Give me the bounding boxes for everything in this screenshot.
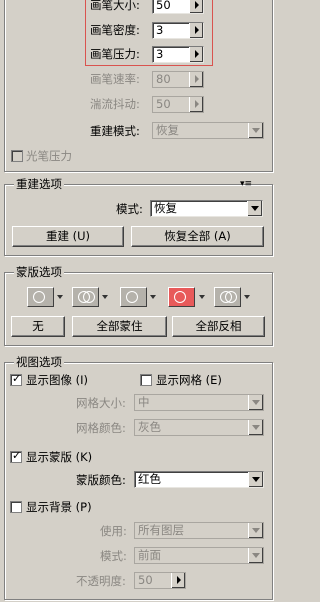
- reconstruct-mode-select[interactable]: 恢复: [152, 122, 264, 139]
- chevron-down-icon[interactable]: [248, 548, 263, 563]
- subtract-from-selection-mask-icon[interactable]: [120, 287, 147, 307]
- mesh-color-label: 网格颜色:: [76, 421, 126, 435]
- show-mesh-label: 显示网格 (E): [156, 373, 222, 387]
- mask-all-button[interactable]: 全部蒙住: [72, 316, 167, 337]
- brush-density-arrow[interactable]: [189, 23, 203, 38]
- use-select[interactable]: 所有图层: [134, 522, 264, 539]
- brush-size-arrow[interactable]: [189, 0, 203, 13]
- mask-options-title: 蒙版选项: [14, 265, 64, 279]
- intersect-selection-mask-icon[interactable]: [168, 287, 195, 307]
- panel-menu-icon[interactable]: ▾≡: [240, 178, 252, 190]
- show-image-checkbox[interactable]: ✓: [10, 372, 22, 386]
- replace-selection-mask-icon[interactable]: [27, 287, 54, 307]
- brush-density-field[interactable]: 3: [152, 22, 204, 39]
- show-mesh-checkbox[interactable]: [140, 374, 152, 386]
- turbulent-jitter-label: 湍流抖动:: [90, 97, 140, 111]
- chevron-down-icon[interactable]: [248, 123, 263, 138]
- chevron-down-icon[interactable]: [199, 295, 205, 299]
- mask-color-select[interactable]: 红色: [134, 471, 264, 488]
- show-mask-checkbox[interactable]: ✓: [10, 449, 22, 463]
- view-options-title: 视图选项: [14, 355, 64, 369]
- show-mask-label: 显示蒙版 (K): [26, 450, 93, 464]
- backdrop-mode-select[interactable]: 前面: [134, 547, 264, 564]
- turbulent-jitter-arrow[interactable]: [189, 97, 203, 112]
- invert-selection-mask-icon[interactable]: [214, 287, 241, 307]
- chevron-down-icon[interactable]: [248, 395, 263, 410]
- invert-all-button[interactable]: 全部反相: [172, 316, 265, 337]
- add-to-selection-mask-icon[interactable]: [72, 287, 99, 307]
- brush-rate-field[interactable]: 80: [152, 71, 204, 88]
- mesh-size-select[interactable]: 中: [134, 394, 264, 411]
- reconstruct-mode-label: 重建模式:: [90, 124, 140, 138]
- chevron-down-icon[interactable]: [247, 201, 262, 216]
- brush-size-label: 画笔大小:: [90, 0, 140, 12]
- brush-density-label: 画笔密度:: [90, 23, 140, 37]
- stylus-pressure-label: 光笔压力: [26, 149, 72, 163]
- chevron-down-icon[interactable]: [57, 295, 63, 299]
- opacity-field[interactable]: 50: [134, 572, 186, 589]
- brush-rate-label: 画笔速率:: [90, 72, 140, 86]
- backdrop-mode-label: 模式:: [100, 549, 127, 563]
- show-backdrop-label: 显示背景 (P): [26, 500, 92, 514]
- brush-size-field[interactable]: 50: [152, 0, 204, 14]
- opacity-arrow[interactable]: [171, 573, 185, 588]
- chevron-down-icon[interactable]: [150, 295, 156, 299]
- chevron-down-icon[interactable]: [102, 295, 108, 299]
- turbulent-jitter-field[interactable]: 50: [152, 96, 204, 113]
- show-backdrop-checkbox[interactable]: [10, 501, 22, 513]
- reconstruct-button[interactable]: 重建 (U): [12, 226, 124, 247]
- chevron-down-icon[interactable]: [248, 472, 263, 487]
- chevron-down-icon[interactable]: [244, 295, 250, 299]
- mesh-size-label: 网格大小:: [76, 396, 126, 410]
- stylus-pressure-checkbox[interactable]: [11, 150, 23, 162]
- mask-none-button[interactable]: 无: [11, 316, 65, 337]
- chevron-down-icon[interactable]: [248, 523, 263, 538]
- brush-pressure-field[interactable]: 3: [152, 46, 204, 63]
- brush-pressure-label: 画笔压力:: [90, 47, 140, 61]
- restore-all-button[interactable]: 恢复全部 (A): [131, 226, 264, 247]
- use-label: 使用:: [100, 524, 127, 538]
- reconstruct-mode-label-2: 模式:: [116, 202, 143, 216]
- brush-rate-arrow[interactable]: [189, 72, 203, 87]
- mask-color-label: 蒙版颜色:: [76, 473, 126, 487]
- reconstruct-mode-dropdown[interactable]: 恢复: [150, 200, 263, 217]
- mesh-color-select[interactable]: 灰色: [134, 419, 264, 436]
- chevron-down-icon[interactable]: [248, 420, 263, 435]
- opacity-label: 不透明度:: [76, 574, 126, 588]
- brush-pressure-arrow[interactable]: [189, 47, 203, 62]
- reconstruct-options-title: 重建选项: [14, 177, 64, 191]
- show-image-label: 显示图像 (I): [26, 373, 89, 387]
